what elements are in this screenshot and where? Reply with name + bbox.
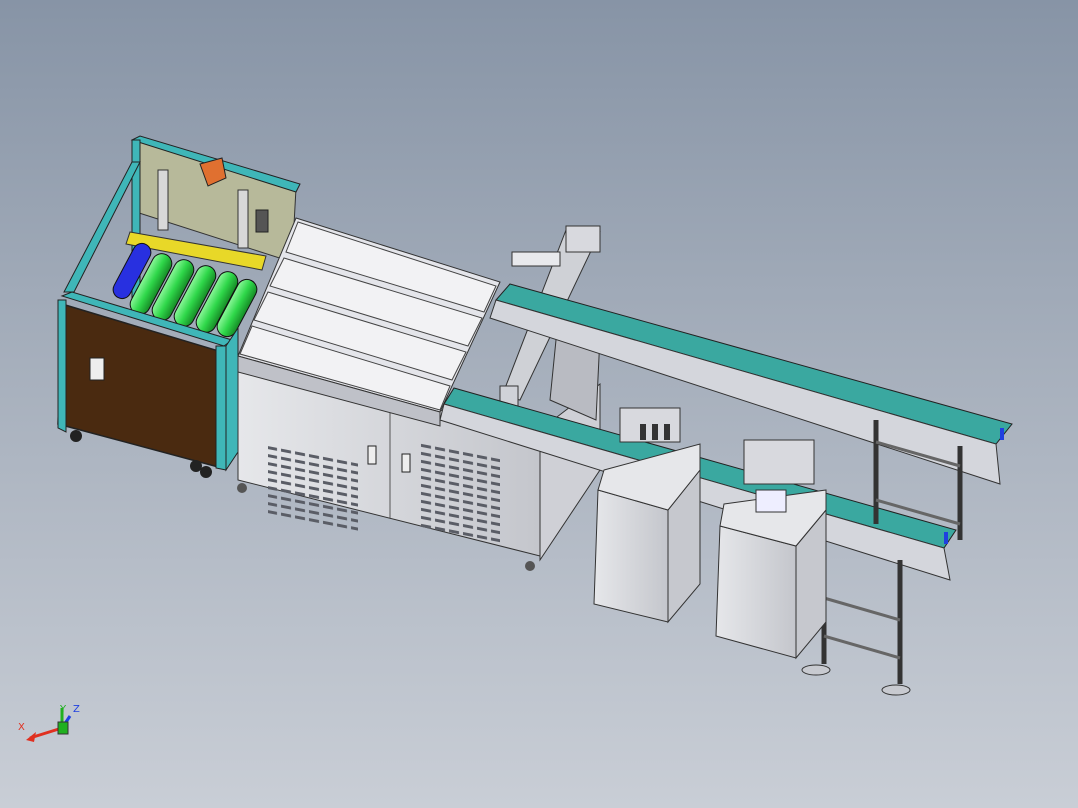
conveyor-end-marker [1000, 428, 1004, 440]
z-axis-label: Z [73, 704, 80, 715]
leveling-foot [525, 561, 535, 571]
right-cylinder [237, 189, 249, 249]
loader-latch[interactable] [89, 357, 105, 381]
sensor-block [255, 209, 269, 233]
caster-wheel [200, 466, 212, 478]
door-handle[interactable] [401, 453, 411, 473]
door-handle[interactable] [367, 445, 377, 465]
station-cabinet-1-front [593, 489, 669, 623]
assembly-model[interactable]: X Y Z [0, 0, 1078, 808]
triad-origin [57, 721, 69, 735]
x-arrowhead [26, 732, 36, 742]
loader-front-frame-right [215, 345, 227, 471]
leveling-foot [237, 483, 247, 493]
cad-viewport[interactable]: X Y Z [0, 0, 1078, 808]
loader-front-panel [57, 303, 223, 469]
caster-wheel [70, 430, 82, 442]
conveyor-end-marker [944, 532, 948, 544]
caster-wheel [190, 460, 202, 472]
loader-front-frame-left [57, 299, 67, 433]
gantry-arm [511, 251, 561, 267]
left-cylinder [157, 169, 169, 231]
x-axis-label: X [18, 722, 25, 733]
vent-panel [420, 441, 500, 544]
loader-side-bottom [225, 326, 239, 472]
gantry-carriage [565, 225, 601, 253]
station-cabinet-2-front [715, 525, 797, 659]
axis-triad: X Y Z [18, 704, 80, 742]
fixture-1 [619, 407, 681, 443]
y-axis-label: Y [59, 704, 67, 715]
